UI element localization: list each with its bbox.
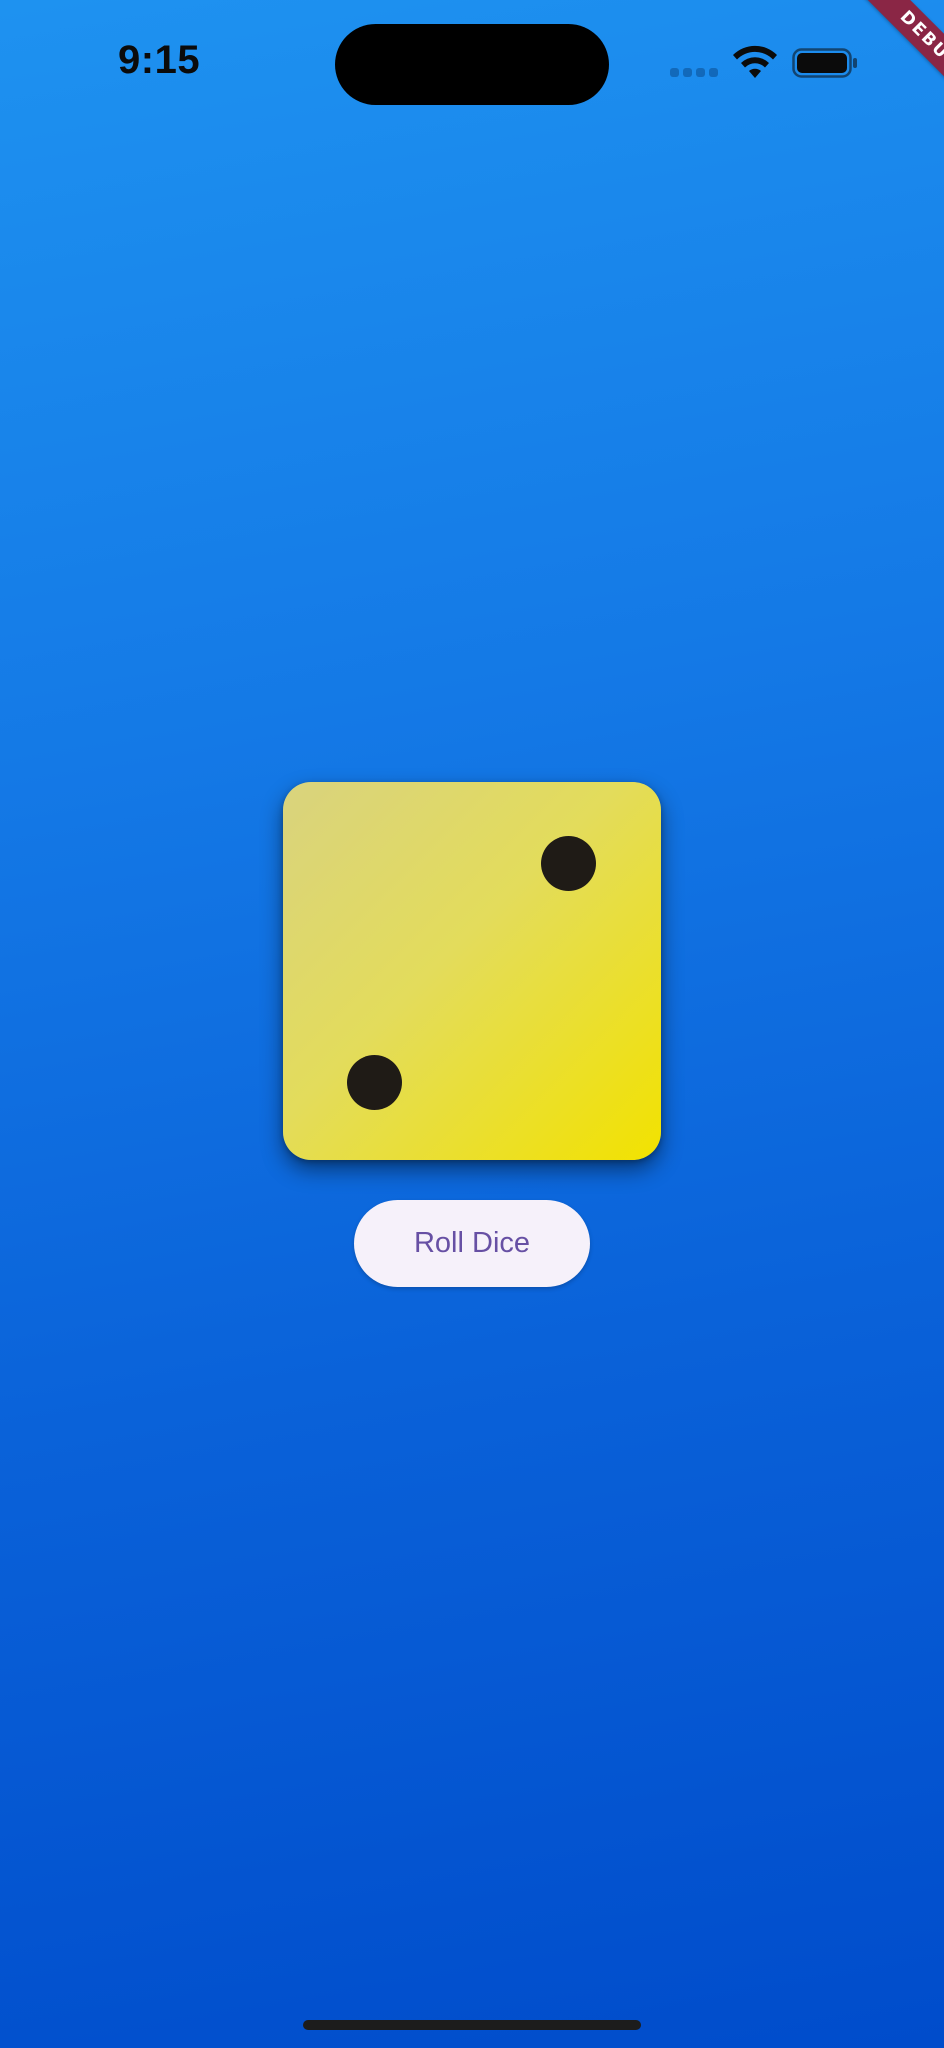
debug-banner-label: DEBUG xyxy=(855,0,944,116)
roll-dice-button[interactable]: Roll Dice xyxy=(354,1200,590,1287)
status-time: 9:15 xyxy=(118,38,201,82)
debug-banner: DEBUG xyxy=(804,0,944,140)
dynamic-island xyxy=(335,24,609,105)
dice-pip xyxy=(347,1055,402,1110)
wifi-icon xyxy=(733,45,777,78)
dice-pip xyxy=(541,836,596,891)
app-screen: 9:15 DEBUG Roll Dice xyxy=(0,0,944,2048)
dice-face xyxy=(283,782,661,1160)
home-indicator[interactable] xyxy=(303,2020,641,2030)
signal-dots-icon xyxy=(670,68,718,78)
